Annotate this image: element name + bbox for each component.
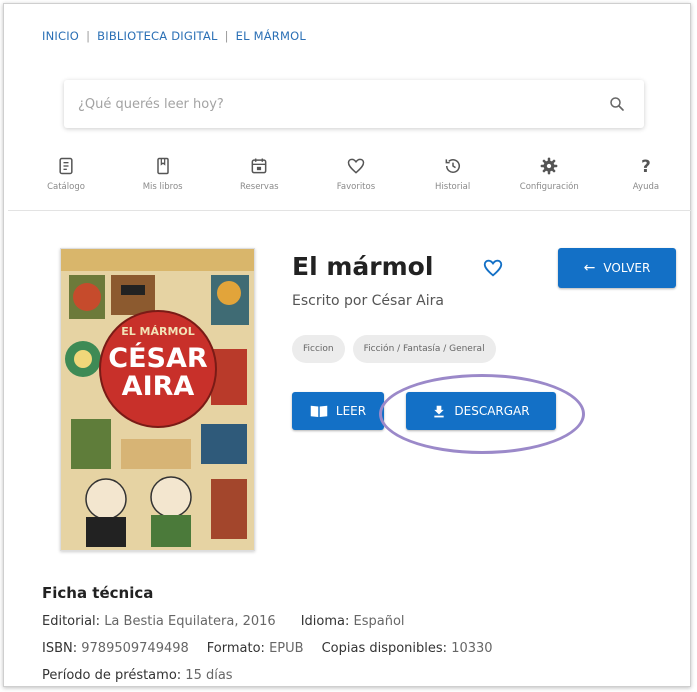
- cover-author-first: CÉSAR: [108, 342, 208, 374]
- tech-sheet-row: Editorial: La Bestia Equilatera, 2016 Id…: [42, 614, 405, 629]
- breadcrumb-current[interactable]: EL MÁRMOL: [236, 29, 306, 43]
- format-field: Formato: EPUB: [206, 641, 304, 656]
- nav-item-catalog[interactable]: Catálogo: [26, 156, 106, 192]
- download-button-label: DESCARGAR: [454, 404, 530, 418]
- nav-item-favorites[interactable]: Favoritos: [316, 156, 396, 192]
- back-button-label: VOLVER: [603, 261, 651, 275]
- search-icon[interactable]: [608, 95, 626, 113]
- breadcrumb-digital-library[interactable]: BIBLIOTECA DIGITAL: [97, 29, 217, 43]
- nav-item-help[interactable]: ? Ayuda: [606, 156, 686, 192]
- breadcrumb: INICIO | BIBLIOTECA DIGITAL | EL MÁRMOL: [42, 29, 306, 43]
- search-input[interactable]: [78, 96, 608, 112]
- editorial-field: Editorial: La Bestia Equilatera, 2016: [42, 614, 276, 629]
- nav-label: Favoritos: [336, 182, 376, 192]
- breadcrumb-separator: |: [86, 29, 91, 43]
- nav-item-my-books[interactable]: Mis libros: [123, 156, 203, 192]
- download-button[interactable]: DESCARGAR: [406, 392, 556, 430]
- main-nav: Catálogo Mis libros Reservas Favoritos H…: [20, 156, 692, 192]
- nav-label: Ayuda: [632, 182, 660, 192]
- tech-sheet-row: Período de préstamo: 15 días: [42, 668, 233, 683]
- nav-label: Reservas: [240, 182, 279, 192]
- cover-title-text: EL MÁRMOL: [121, 325, 195, 338]
- nav-label: Configuración: [519, 182, 579, 192]
- breadcrumb-separator: |: [224, 29, 229, 43]
- download-icon: [434, 405, 445, 418]
- catalog-icon: [59, 157, 73, 175]
- history-icon: [445, 159, 460, 173]
- nav-label: Historial: [435, 182, 471, 192]
- nav-item-history[interactable]: Historial: [413, 156, 493, 192]
- read-button-label: LEER: [335, 404, 367, 418]
- arrow-left-icon: ←: [583, 260, 596, 276]
- breadcrumb-home[interactable]: INICIO: [42, 29, 79, 43]
- nav-item-reservations[interactable]: Reservas: [219, 156, 299, 192]
- back-button[interactable]: ← VOLVER: [558, 248, 676, 288]
- cover-author-last: AIRA: [122, 371, 195, 402]
- nav-label: Mis libros: [142, 182, 183, 192]
- book-icon: [156, 157, 169, 175]
- heart-icon[interactable]: [482, 257, 504, 279]
- help-icon: ?: [641, 157, 651, 176]
- nav-item-settings[interactable]: Configuración: [509, 156, 589, 192]
- search-bar: [64, 80, 644, 128]
- book-cover: EL MÁRMOL CÉSAR AIRA: [60, 248, 255, 551]
- book-cover-art: EL MÁRMOL CÉSAR AIRA: [61, 249, 254, 550]
- tech-sheet-title: Ficha técnica: [42, 584, 154, 602]
- language-field: Idioma: Español: [300, 614, 405, 629]
- book-title: El mármol: [292, 252, 434, 281]
- book-author: Escrito por César Aira: [292, 293, 444, 309]
- app-frame: INICIO | BIBLIOTECA DIGITAL | EL MÁRMOL …: [3, 3, 692, 687]
- gear-icon: [540, 157, 558, 175]
- copies-field: Copias disponibles: 10330: [321, 641, 493, 656]
- tag-chip[interactable]: Ficción / Fantasía / General: [352, 335, 496, 363]
- open-book-icon: [310, 405, 328, 417]
- read-button[interactable]: LEER: [292, 392, 384, 430]
- loan-period-field: Período de préstamo: 15 días: [42, 668, 233, 683]
- genre-tags: Ficcion Ficción / Fantasía / General: [292, 335, 496, 363]
- isbn-field: ISBN: 9789509749498: [42, 641, 189, 656]
- divider: [8, 210, 692, 211]
- svg-text:?: ?: [641, 157, 651, 176]
- tag-chip[interactable]: Ficcion: [292, 335, 345, 363]
- calendar-icon: [251, 158, 267, 174]
- nav-label: Catálogo: [47, 182, 85, 192]
- heart-icon: [347, 158, 365, 174]
- tech-sheet-row: ISBN: 9789509749498 Formato: EPUB Copias…: [42, 641, 493, 656]
